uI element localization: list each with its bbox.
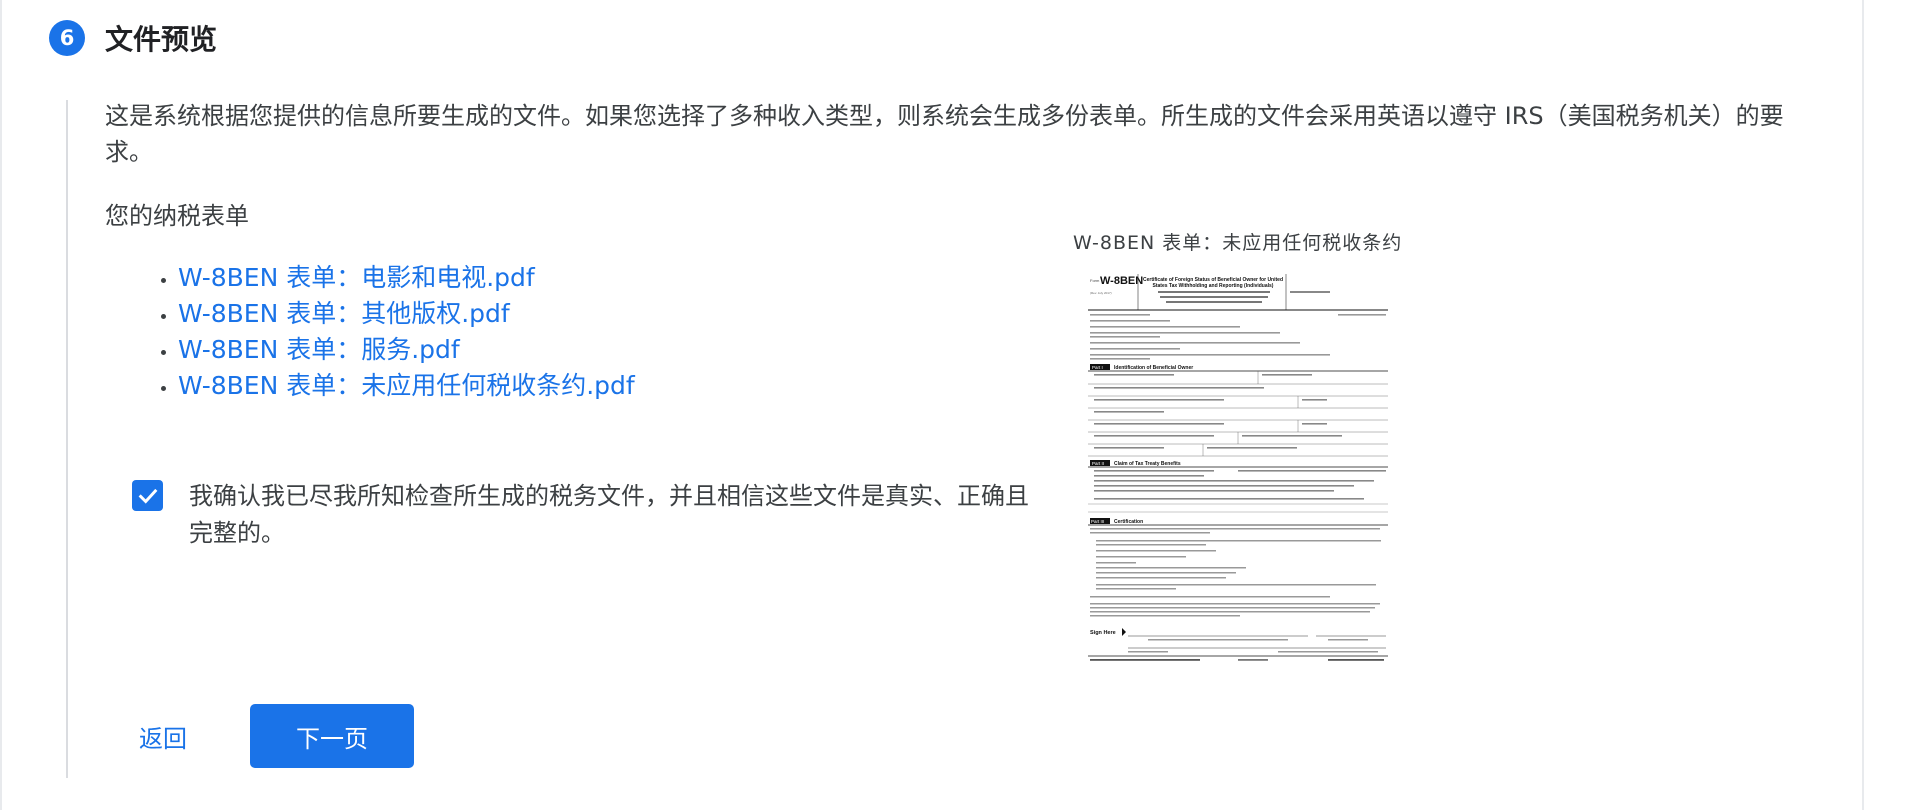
svg-text:Claim of Tax Treaty Benefits: Claim of Tax Treaty Benefits bbox=[1114, 461, 1181, 467]
svg-text:Identification of Beneficial O: Identification of Beneficial Owner bbox=[1114, 365, 1193, 371]
file-link-services[interactable]: W-8BEN 表单：服务.pdf bbox=[178, 335, 460, 364]
file-list-item: W-8BEN 表单：其他版权.pdf bbox=[178, 296, 635, 332]
right-border bbox=[1862, 0, 1864, 810]
svg-text:Part II: Part II bbox=[1092, 461, 1104, 466]
back-button[interactable]: 返回 bbox=[118, 704, 208, 768]
svg-text:Part III: Part III bbox=[1091, 519, 1104, 524]
file-preview-page: 6 文件预览 这是系统根据您提供的信息所要生成的文件。如果您选择了多种收入类型，… bbox=[0, 0, 1922, 810]
svg-text:Part I: Part I bbox=[1092, 365, 1103, 370]
file-link-other-copyrights[interactable]: W-8BEN 表单：其他版权.pdf bbox=[178, 299, 510, 328]
w8ben-form-image: Form W-8BEN (Rev. July 2017) Certificate… bbox=[1088, 272, 1388, 680]
svg-text:Sign Here: Sign Here bbox=[1090, 630, 1116, 636]
next-button[interactable]: 下一页 bbox=[250, 704, 414, 768]
document-preview-thumbnail[interactable]: Form W-8BEN (Rev. July 2017) Certificate… bbox=[1088, 272, 1388, 680]
svg-text:States Tax Withholding and Rep: States Tax Withholding and Reporting (In… bbox=[1153, 283, 1274, 289]
step-rail bbox=[66, 100, 68, 778]
preview-label: W-8BEN 表单：未应用任何税收条约 bbox=[1073, 232, 1403, 254]
step-header: 6 文件预览 bbox=[49, 20, 217, 56]
svg-text:W-8BEN: W-8BEN bbox=[1100, 275, 1143, 287]
file-list-item: W-8BEN 表单：电影和电视.pdf bbox=[178, 260, 635, 296]
file-link-movies-tv[interactable]: W-8BEN 表单：电影和电视.pdf bbox=[178, 263, 535, 292]
confirm-checkbox[interactable] bbox=[132, 480, 163, 511]
checkmark-icon bbox=[138, 488, 157, 504]
svg-text:Certification: Certification bbox=[1114, 519, 1143, 525]
svg-text:(Rev. July 2017): (Rev. July 2017) bbox=[1090, 291, 1112, 295]
file-link-no-treaty[interactable]: W-8BEN 表单：未应用任何税收条约.pdf bbox=[178, 371, 635, 400]
confirmation-row: 我确认我已尽我所知检查所生成的税务文件，并且相信这些文件是真实、正确且完整的。 bbox=[132, 478, 1052, 552]
intro-text: 这是系统根据您提供的信息所要生成的文件。如果您选择了多种收入类型，则系统会生成多… bbox=[105, 102, 1784, 166]
svg-text:Form: Form bbox=[1090, 278, 1100, 283]
step-title: 文件预览 bbox=[105, 23, 218, 56]
confirm-text: 我确认我已尽我所知检查所生成的税务文件，并且相信这些文件是真实、正确且完整的。 bbox=[189, 482, 1029, 547]
tax-form-file-list: W-8BEN 表单：电影和电视.pdf W-8BEN 表单：其他版权.pdf W… bbox=[152, 260, 635, 404]
step-number-badge: 6 bbox=[49, 20, 85, 56]
tax-forms-heading: 您的纳税表单 bbox=[105, 202, 249, 230]
file-list-item: W-8BEN 表单：服务.pdf bbox=[178, 332, 635, 368]
left-border bbox=[0, 0, 2, 810]
file-list-item: W-8BEN 表单：未应用任何税收条约.pdf bbox=[178, 368, 635, 404]
